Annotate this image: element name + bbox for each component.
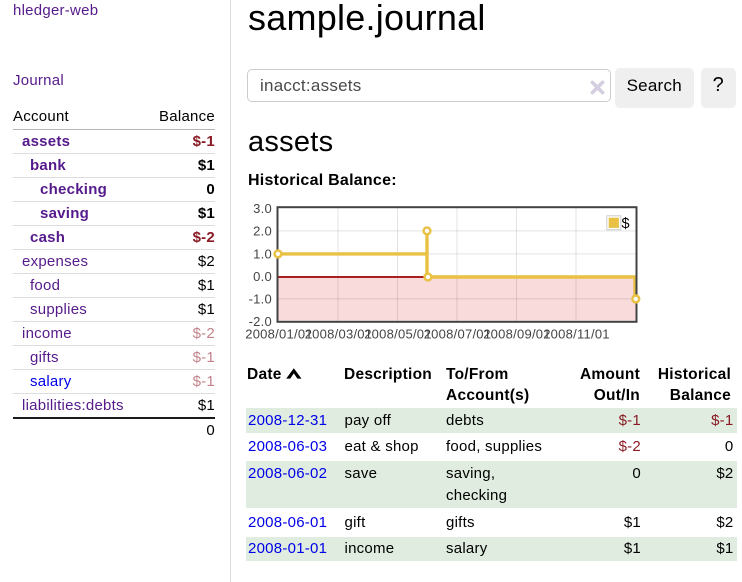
svg-text:2008/07/01: 2008/07/01 <box>424 326 492 341</box>
svg-text:2008/01/01: 2008/01/01 <box>246 326 313 341</box>
svg-text:2008/05/01: 2008/05/01 <box>364 326 432 341</box>
svg-text:2008/09/01: 2008/09/01 <box>483 326 551 341</box>
svg-text:-1.0: -1.0 <box>249 292 272 307</box>
svg-text:2008/03/01: 2008/03/01 <box>305 326 373 341</box>
svg-text:2008/11/01: 2008/11/01 <box>543 326 610 341</box>
svg-text:3.0: 3.0 <box>253 201 272 216</box>
svg-text:0.0: 0.0 <box>253 269 272 284</box>
svg-text:2.0: 2.0 <box>253 224 272 239</box>
svg-text:$: $ <box>622 216 630 232</box>
svg-text:1.0: 1.0 <box>253 247 272 262</box>
